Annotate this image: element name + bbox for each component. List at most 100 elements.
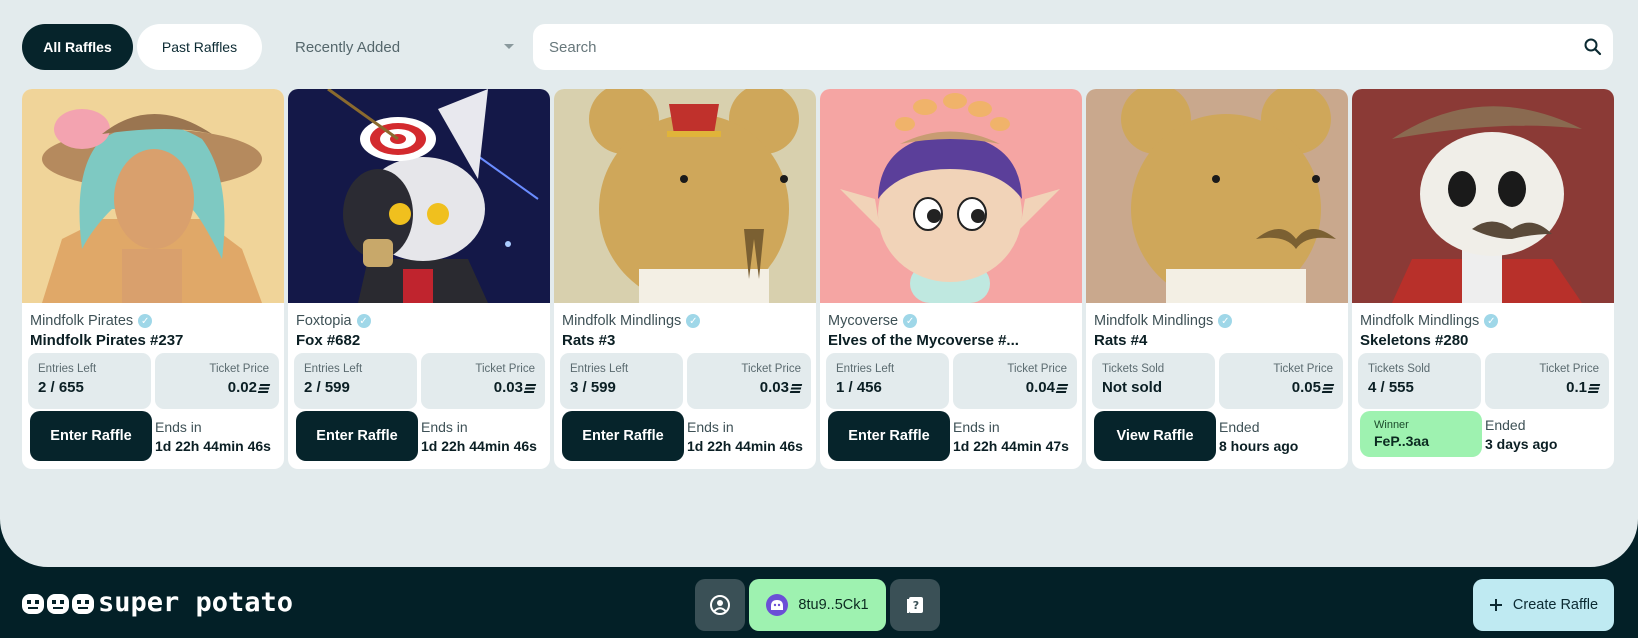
solana-icon [1321, 384, 1335, 393]
raffle-card[interactable]: Mindfolk Pirates ✓ Mindfolk Pirates #237… [22, 89, 284, 469]
time-label: Ends in [421, 419, 468, 435]
tickets-sold-stat: Tickets Sold Not sold [1092, 353, 1215, 409]
price-value: 0.03 [687, 379, 803, 396]
stat-label: Entries Left [38, 363, 97, 375]
price-label: Ticket Price [1273, 363, 1333, 375]
verified-badge-icon: ✓ [1218, 314, 1233, 328]
raffle-card[interactable]: Mindfolk Mindlings ✓ Rats #3 Entries Lef… [554, 89, 816, 469]
collection-name[interactable]: Mycoverse ✓ [828, 313, 918, 329]
collection-name[interactable]: Mindfolk Pirates ✓ [30, 313, 153, 329]
verified-badge-icon: ✓ [686, 314, 701, 328]
price-value: 0.1 [1485, 379, 1601, 396]
nft-image[interactable] [820, 89, 1082, 303]
past-raffles-tab[interactable]: Past Raffles [137, 24, 262, 70]
search-bar [533, 24, 1613, 70]
ticket-price-stat: Ticket Price 0.03 [421, 353, 545, 409]
entries-stat: Entries Left 3 / 599 [560, 353, 683, 409]
nft-image[interactable] [22, 89, 284, 303]
ticket-price-stat: Ticket Price 0.1 [1485, 353, 1609, 409]
collection-label: Mindfolk Mindlings [1094, 313, 1214, 329]
price-label: Ticket Price [741, 363, 801, 375]
time-label: Ended [1485, 417, 1526, 433]
solana-icon [1055, 384, 1069, 393]
price-label: Ticket Price [1007, 363, 1067, 375]
collection-label: Mindfolk Pirates [30, 313, 134, 329]
collection-name[interactable]: Mindfolk Mindlings ✓ [562, 313, 701, 329]
profile-button[interactable] [695, 579, 745, 631]
entries-stat: Entries Left 2 / 655 [28, 353, 151, 409]
raffle-card[interactable]: Foxtopia ✓ Fox #682 Entries Left 2 / 599… [288, 89, 550, 469]
enter-raffle-button[interactable]: Enter Raffle [562, 411, 684, 461]
verified-badge-icon: ✓ [138, 314, 153, 328]
collection-name[interactable]: Mindfolk Mindlings ✓ [1360, 313, 1499, 329]
time-label: Ends in [687, 419, 734, 435]
brand-name: super potato [98, 586, 294, 618]
all-raffles-tab[interactable]: All Raffles [22, 24, 133, 70]
winner-badge[interactable]: Winner FeP..3aa [1360, 411, 1482, 457]
verified-badge-icon: ✓ [356, 314, 371, 328]
search-input[interactable] [549, 38, 1549, 56]
stat-value: Not sold [1102, 379, 1162, 396]
price-value: 0.04 [953, 379, 1069, 396]
solana-icon [257, 384, 271, 393]
nft-image[interactable] [288, 89, 550, 303]
wallet-button[interactable]: 8tu9..5Ck1 [749, 579, 886, 631]
ticket-price-stat: Ticket Price 0.02 [155, 353, 279, 409]
time-value: 1d 22h 44min 46s [687, 438, 803, 454]
chevron-down-icon [504, 44, 514, 49]
create-raffle-button[interactable]: Create Raffle [1473, 579, 1614, 631]
price-label: Ticket Price [475, 363, 535, 375]
view-raffle-button[interactable]: View Raffle [1094, 411, 1216, 461]
raffle-card[interactable]: Mindfolk Mindlings ✓ Skeletons #280 Tick… [1352, 89, 1614, 469]
stat-value: 2 / 599 [304, 379, 350, 396]
sort-dropdown-label: Recently Added [295, 38, 401, 56]
nft-name: Rats #4 [1094, 332, 1148, 349]
raffle-card[interactable]: Mindfolk Mindlings ✓ Rats #4 Tickets Sol… [1086, 89, 1348, 469]
solana-icon [523, 384, 537, 393]
stat-label: Entries Left [304, 363, 363, 375]
collection-name[interactable]: Mindfolk Mindlings ✓ [1094, 313, 1233, 329]
price-amount: 0.02 [227, 379, 257, 396]
price-amount: 0.04 [1025, 379, 1055, 396]
stat-value: 3 / 599 [570, 379, 616, 396]
stat-label: Tickets Sold [1368, 363, 1431, 375]
collection-label: Mindfolk Mindlings [1360, 313, 1480, 329]
time-value: 8 hours ago [1219, 438, 1299, 454]
nft-name: Skeletons #280 [1360, 332, 1469, 349]
stat-label: Entries Left [570, 363, 629, 375]
svg-text:?: ? [913, 599, 919, 612]
user-circle-icon [710, 595, 730, 615]
stat-label: Tickets Sold [1102, 363, 1165, 375]
collection-label: Mycoverse [828, 313, 899, 329]
time-value: 1d 22h 44min 46s [155, 438, 271, 454]
sort-dropdown[interactable]: Recently Added [268, 24, 528, 70]
nft-image[interactable] [1352, 89, 1614, 303]
verified-badge-icon: ✓ [903, 314, 918, 328]
nft-name: Rats #3 [562, 332, 616, 349]
stat-value: 2 / 655 [38, 379, 84, 396]
nft-image[interactable] [554, 89, 816, 303]
price-amount: 0.05 [1291, 379, 1321, 396]
price-amount: 0.03 [493, 379, 523, 396]
nft-image[interactable] [1086, 89, 1348, 303]
stat-value: 4 / 555 [1368, 379, 1414, 396]
entries-stat: Entries Left 1 / 456 [826, 353, 949, 409]
help-button[interactable]: ? [890, 579, 940, 631]
wallet-address: 8tu9..5Ck1 [798, 597, 869, 613]
enter-raffle-button[interactable]: Enter Raffle [296, 411, 418, 461]
stat-value: 1 / 456 [836, 379, 882, 396]
collection-name[interactable]: Foxtopia ✓ [296, 313, 371, 329]
enter-raffle-button[interactable]: Enter Raffle [828, 411, 950, 461]
brand-logo[interactable]: super potato [22, 586, 294, 618]
raffle-card[interactable]: Mycoverse ✓ Elves of the Mycoverse #... … [820, 89, 1082, 469]
price-label: Ticket Price [209, 363, 269, 375]
price-amount: 0.1 [1566, 379, 1587, 396]
nft-name: Mindfolk Pirates #237 [30, 332, 184, 349]
winner-label: Winner [1374, 419, 1409, 431]
search-icon[interactable] [1583, 37, 1603, 57]
enter-raffle-button[interactable]: Enter Raffle [30, 411, 152, 461]
plus-icon [1489, 599, 1502, 611]
solana-icon [1587, 384, 1601, 393]
stat-label: Entries Left [836, 363, 895, 375]
wallet-avatar-icon [766, 594, 789, 616]
